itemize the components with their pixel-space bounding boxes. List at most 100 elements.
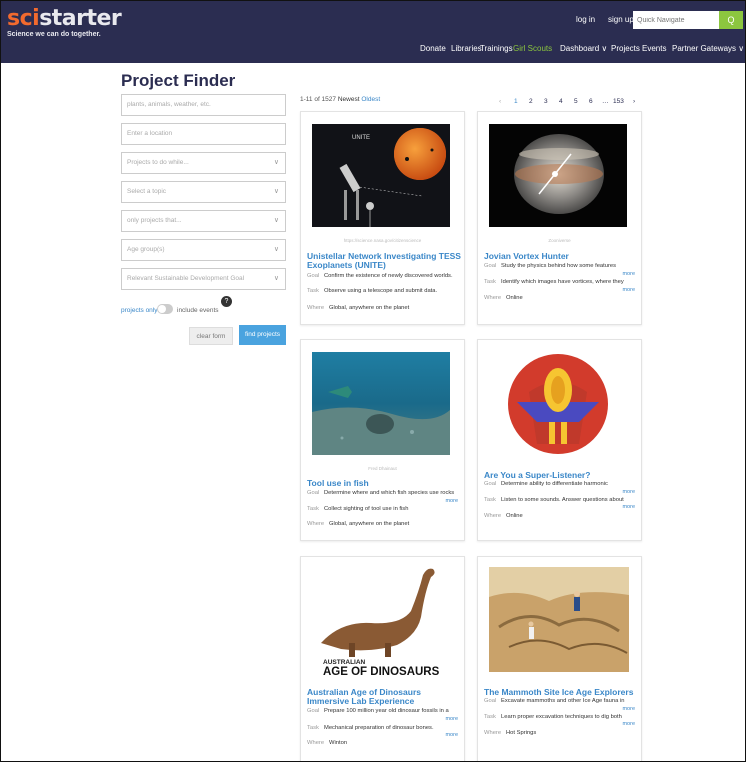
task-text: Identify which images have vortices, whe… — [501, 279, 624, 285]
pager-page[interactable]: 5 — [574, 98, 578, 105]
project-where: Where Global, anywhere on the planet — [307, 521, 459, 527]
quick-navigate-input[interactable] — [633, 11, 719, 29]
goal-text: Excavate mammoths and other Ice Age faun… — [501, 698, 625, 704]
image-credit: Zooniverse — [548, 238, 571, 243]
where-text: Global, anywhere on the planet — [329, 521, 410, 527]
where-label: Where — [307, 521, 325, 527]
project-goal: Goal Determine ability to differentiate h… — [484, 481, 636, 487]
only-projects-select[interactable]: only projects that... ∨ — [121, 210, 286, 232]
age-group-value: Age group(s) — [127, 246, 165, 253]
nav-libraries[interactable]: Libraries — [451, 44, 482, 53]
chevron-down-icon: ∨ — [273, 275, 279, 282]
nav-partner-gateways[interactable]: Partner Gateways ∨ — [672, 44, 744, 53]
project-image-super-listener — [489, 352, 627, 455]
location-field[interactable]: Enter a location — [121, 123, 286, 145]
project-goal: Goal Study the physics behind how some fe… — [484, 263, 636, 269]
results-range: 1-11 of 1527 — [300, 96, 337, 103]
project-goal: Goal Confirm the existence of newly disco… — [307, 273, 459, 279]
project-where: Where Global, anywhere on the planet — [307, 305, 459, 311]
where-label: Where — [484, 513, 502, 519]
pager-page-last[interactable]: 153 — [613, 98, 624, 105]
pager-page[interactable]: 1 — [514, 98, 518, 105]
pager-page[interactable]: 4 — [559, 98, 563, 105]
project-image-unite: UNITE — [312, 124, 450, 227]
goal-more-link[interactable]: more — [445, 498, 458, 504]
clear-form-button[interactable]: clear form — [189, 327, 233, 345]
help-icon[interactable]: ? — [221, 296, 232, 307]
logo-sci: sci — [7, 6, 40, 31]
projects-while-select[interactable]: Projects to do while... ∨ — [121, 152, 286, 174]
image-label-age-of-dinosaurs: AGE OF DINOSAURS — [323, 666, 440, 678]
pager-page[interactable]: 2 — [529, 98, 533, 105]
nav-girl-scouts[interactable]: Girl Scouts — [513, 44, 552, 53]
goal-label: Goal — [307, 273, 320, 279]
project-where: Where Online — [484, 513, 636, 519]
where-text: Hot Springs — [506, 730, 537, 736]
page: scistarter Science we can do together. l… — [0, 0, 746, 762]
project-title[interactable]: The Mammoth Site Ice Age Explorers — [484, 688, 639, 697]
include-events-toggle[interactable] — [157, 304, 173, 314]
goal-more-link[interactable]: more — [622, 489, 635, 495]
nav-trainings[interactable]: Trainings — [480, 44, 513, 53]
projects-while-value: Projects to do while... — [127, 159, 189, 166]
where-label: Where — [484, 730, 502, 736]
goal-text: Determine ability to differentiate harmo… — [501, 481, 608, 487]
task-more-link[interactable]: more — [622, 504, 635, 510]
topic-select[interactable]: Select a topic ∨ — [121, 181, 286, 203]
login-link[interactable]: log in — [576, 15, 595, 24]
pager-page[interactable]: 3 — [544, 98, 548, 105]
search-icon[interactable]: Q — [719, 11, 743, 29]
project-image-dinosaurs: AUSTRALIAN AGE OF DINOSAURS — [301, 561, 464, 679]
find-projects-button[interactable]: find projects — [239, 325, 286, 345]
project-title[interactable]: Unistellar Network Investigating TESS Ex… — [307, 252, 462, 270]
project-title[interactable]: Tool use in fish — [307, 479, 462, 488]
projects-only-label: projects only — [121, 307, 158, 314]
sdg-select[interactable]: Relevant Sustainable Development Goal ∨ — [121, 268, 286, 290]
where-label: Where — [307, 740, 325, 746]
nav-dashboard[interactable]: Dashboard ∨ — [560, 44, 607, 53]
task-more-link[interactable]: more — [622, 721, 635, 727]
project-goal: Goal Determine where and which fish speci… — [307, 490, 459, 496]
sort-oldest[interactable]: Oldest — [361, 96, 380, 103]
goal-more-link[interactable]: more — [622, 271, 635, 277]
goal-label: Goal — [484, 481, 497, 487]
where-label: Where — [307, 305, 325, 311]
goal-more-link[interactable]: more — [622, 706, 635, 712]
goal-text: Prepare 100 million year old dinosaur fo… — [324, 708, 449, 714]
pager-next[interactable]: › — [633, 98, 635, 105]
signup-link[interactable]: sign up — [608, 15, 634, 24]
scistarter-logo[interactable]: scistarter Science we can do together. — [7, 6, 122, 39]
goal-label: Goal — [307, 708, 320, 714]
sort-newest[interactable]: Newest — [338, 96, 360, 103]
keyword-field[interactable]: plants, animals, weather, etc. — [121, 94, 286, 116]
task-more-link[interactable]: more — [622, 287, 635, 293]
project-card[interactable]: The Mammoth Site Ice Age Explorers Goal E… — [477, 556, 642, 761]
nav-projects[interactable]: Projects — [611, 44, 640, 53]
project-card[interactable]: Are You a Super-Listener? Goal Determine … — [477, 339, 642, 541]
project-goal: Goal Excavate mammoths and other Ice Age … — [484, 698, 636, 704]
pager-prev[interactable]: ‹ — [499, 98, 501, 105]
sdg-value: Relevant Sustainable Development Goal — [127, 275, 245, 282]
goal-more-link[interactable]: more — [445, 716, 458, 722]
nav-events[interactable]: Events — [642, 44, 666, 53]
project-where: Where Online — [484, 295, 636, 301]
age-group-select[interactable]: Age group(s) ∨ — [121, 239, 286, 261]
project-goal: Goal Prepare 100 million year old dinosau… — [307, 708, 459, 714]
project-card[interactable]: AUSTRALIAN AGE OF DINOSAURS Australian A… — [300, 556, 465, 761]
task-text: Mechanical preparation of dinosaur bones… — [324, 725, 434, 731]
project-title[interactable]: Are You a Super-Listener? — [484, 471, 639, 480]
project-card[interactable]: Fred Dhainaut Tool use in fish Goal Deter… — [300, 339, 465, 541]
project-task: Task Observe using a telescope and submit… — [307, 288, 459, 294]
project-task: Task Collect sighting of tool use in fish — [307, 506, 459, 512]
pager-page[interactable]: 6 — [589, 98, 593, 105]
project-card[interactable]: Zooniverse Jovian Vortex Hunter Goal Stud… — [477, 111, 642, 325]
task-more-link[interactable]: more — [445, 732, 458, 738]
project-title[interactable]: Australian Age of Dinosaurs Immersive La… — [307, 688, 462, 706]
nav-donate[interactable]: Donate — [420, 44, 446, 53]
goal-label: Goal — [484, 698, 497, 704]
task-label: Task — [307, 725, 319, 731]
project-card[interactable]: UNITE https://science.nasa.gov/citizensc… — [300, 111, 465, 325]
project-title[interactable]: Jovian Vortex Hunter — [484, 252, 639, 261]
chevron-down-icon: ∨ — [273, 217, 279, 224]
where-text: Online — [506, 295, 523, 301]
